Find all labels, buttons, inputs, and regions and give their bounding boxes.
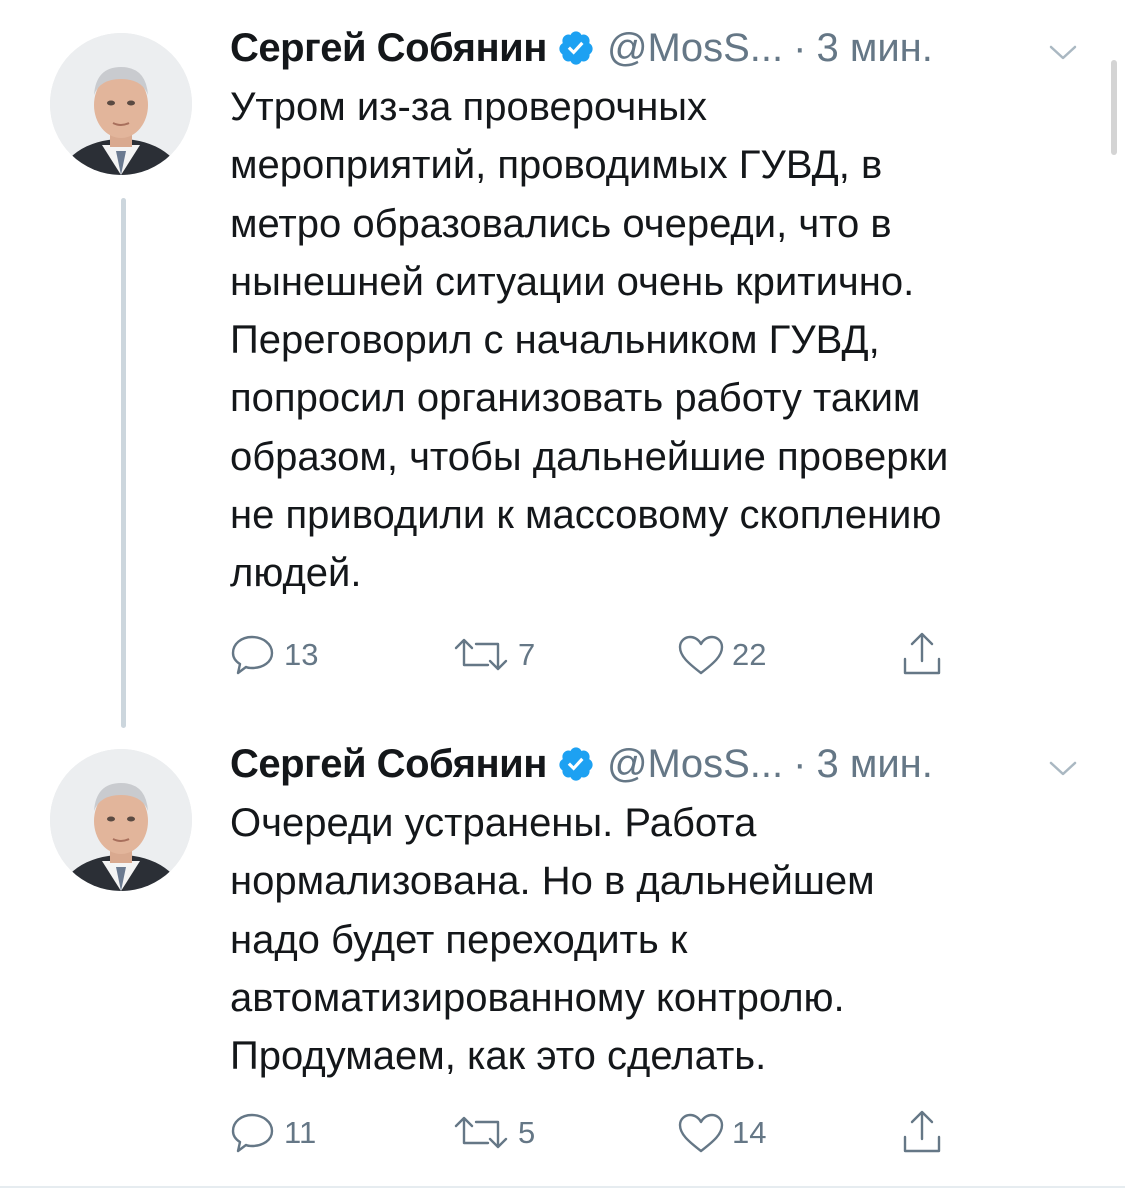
tweet-timestamp[interactable]: 3 мин. bbox=[816, 734, 932, 794]
tweet-actions: 11 5 14 bbox=[230, 1108, 990, 1158]
avatar-photo bbox=[50, 33, 192, 175]
reply-count: 11 bbox=[284, 1115, 317, 1150]
tweet-text-line: Очереди устранены. Работа bbox=[230, 801, 757, 845]
retweet-count: 7 bbox=[518, 637, 536, 672]
tweet-text-line: автоматизированному контролю. bbox=[230, 975, 845, 1020]
verified-badge-icon bbox=[559, 31, 593, 65]
tweet-text-line: нынешней ситуации очень критично. bbox=[230, 259, 915, 304]
chevron-down-icon[interactable] bbox=[1045, 750, 1081, 786]
tweet-text: Очереди устранены. Работа нормализована.… bbox=[230, 794, 1090, 1085]
reply-button[interactable]: 13 bbox=[230, 630, 318, 680]
tweet-text-line: людей. bbox=[230, 551, 362, 596]
reply-icon bbox=[231, 1113, 274, 1153]
tweet-text-line: мероприятий, проводимых ГУВД, в bbox=[230, 143, 883, 188]
like-count: 14 bbox=[732, 1115, 767, 1150]
tweet-actions: 13 7 22 bbox=[230, 630, 990, 680]
heart-icon bbox=[678, 1113, 724, 1153]
scrollbar[interactable] bbox=[1111, 60, 1117, 155]
tweet-text-line: надо будет переходить к bbox=[230, 917, 688, 962]
divider bbox=[0, 1186, 1125, 1188]
like-button[interactable]: 14 bbox=[676, 1108, 766, 1158]
author-handle[interactable]: @MosS... bbox=[607, 734, 783, 794]
retweet-button[interactable]: 5 bbox=[452, 1108, 535, 1158]
share-icon bbox=[903, 632, 941, 675]
avatar[interactable] bbox=[50, 749, 192, 891]
tweet-header: Сергей Собянин @MosS... · 3 мин. bbox=[230, 18, 933, 78]
share-icon bbox=[903, 1110, 941, 1153]
tweet-text-line: метро образовались очереди, что в bbox=[230, 201, 892, 246]
share-button[interactable] bbox=[900, 1108, 944, 1158]
tweet-text-line: Утром из-за проверочных bbox=[230, 85, 708, 129]
thread-connector-line bbox=[121, 198, 126, 728]
tweet-text-line: не приводили к массовому скоплению bbox=[230, 493, 942, 538]
retweet-count: 5 bbox=[518, 1115, 536, 1150]
reply-count: 13 bbox=[284, 637, 319, 672]
reply-icon bbox=[231, 635, 274, 675]
tweet-text-line: попросил организовать работу таким bbox=[230, 376, 921, 421]
tweet-header: Сергей Собянин @MosS... · 3 мин. bbox=[230, 734, 933, 794]
author-handle[interactable]: @MosS... bbox=[607, 18, 783, 78]
tweet-text: Утром из-за проверочных мероприятий, про… bbox=[230, 78, 1090, 603]
retweet-icon bbox=[454, 1116, 508, 1149]
verified-badge-icon bbox=[559, 747, 593, 781]
tweet-text-line: нормализована. Но в дальнейшем bbox=[230, 859, 875, 904]
tweet-text-line: образом, чтобы дальнейшие проверки bbox=[230, 434, 949, 479]
retweet-icon bbox=[454, 638, 508, 671]
tweet-timestamp[interactable]: 3 мин. bbox=[816, 18, 932, 78]
reply-button[interactable]: 11 bbox=[230, 1108, 316, 1158]
chevron-down-icon[interactable] bbox=[1045, 34, 1081, 70]
like-button[interactable]: 22 bbox=[676, 630, 766, 680]
separator-dot: · bbox=[793, 742, 807, 786]
retweet-button[interactable]: 7 bbox=[452, 630, 535, 680]
tweet-text-line: Продумаем, как это сделать. bbox=[230, 1034, 767, 1079]
tweet-text-line: Переговорил с начальником ГУВД, bbox=[230, 318, 880, 363]
avatar[interactable] bbox=[50, 33, 192, 175]
separator-dot: · bbox=[793, 26, 807, 70]
author-name[interactable]: Сергей Собянин bbox=[230, 734, 547, 794]
heart-icon bbox=[678, 635, 724, 675]
like-count: 22 bbox=[732, 637, 767, 672]
share-button[interactable] bbox=[900, 630, 944, 680]
avatar-photo bbox=[50, 749, 192, 891]
author-name[interactable]: Сергей Собянин bbox=[230, 18, 547, 78]
